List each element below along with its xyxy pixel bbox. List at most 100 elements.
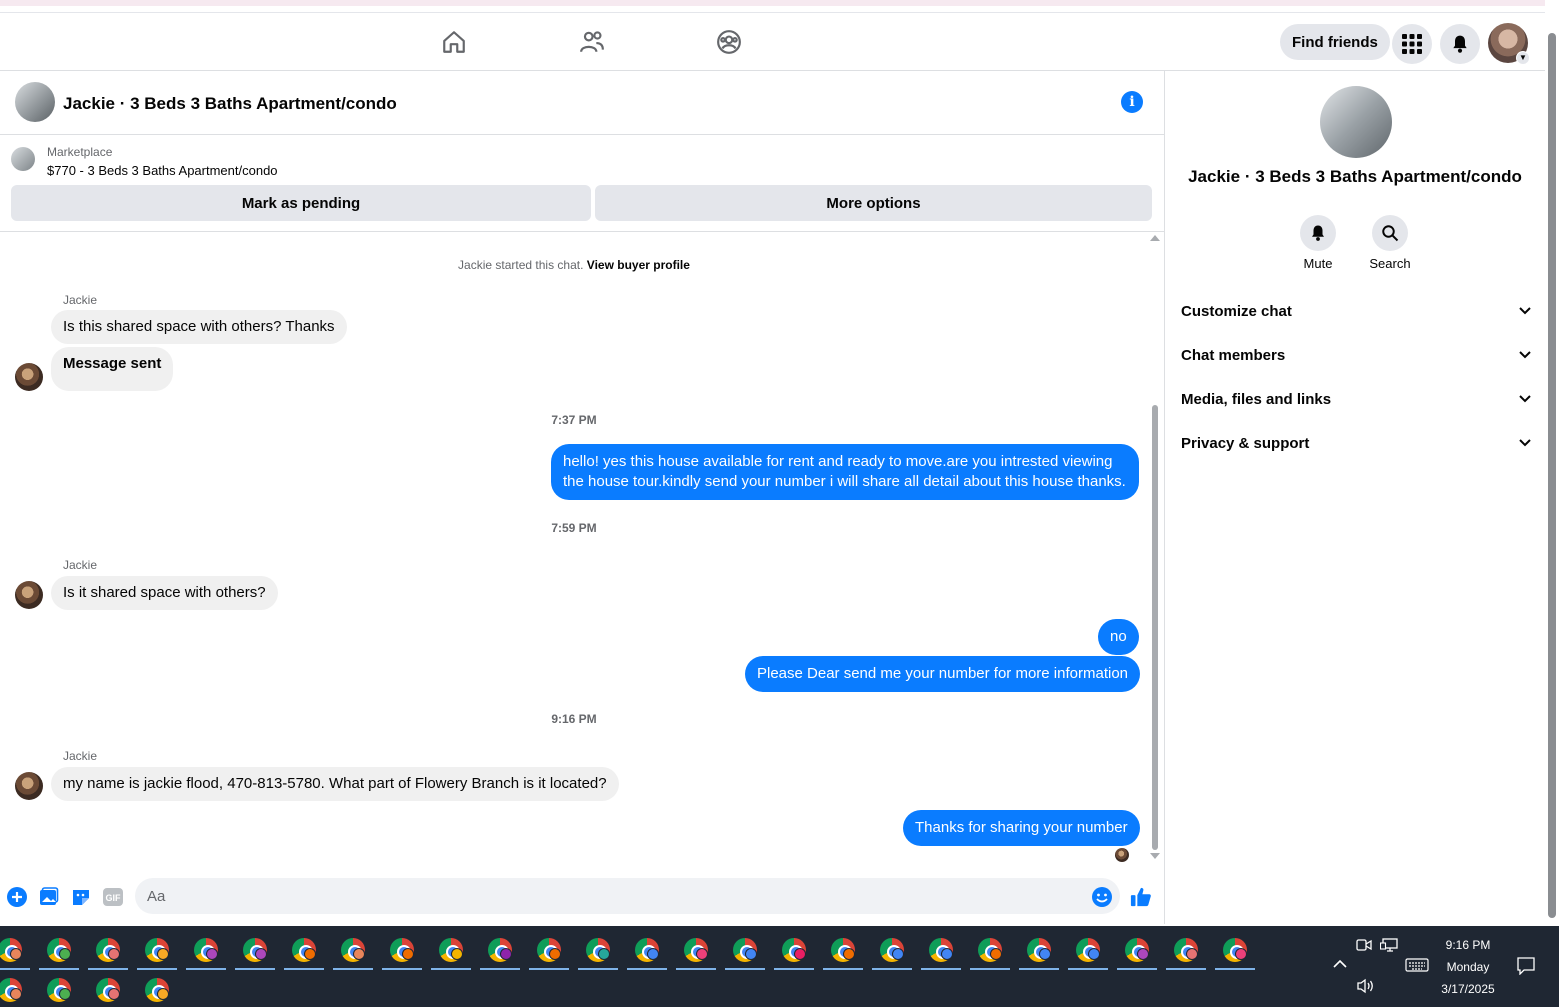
sidebar-row-privacy-support[interactable]: Privacy & support — [1181, 423, 1531, 463]
sidebar-row-media-files-links[interactable]: Media, files and links — [1181, 379, 1531, 419]
network-icon[interactable] — [1379, 938, 1398, 957]
incoming-message[interactable]: Message sent — [51, 347, 174, 391]
home-icon[interactable] — [438, 26, 470, 58]
outgoing-message-line: hello! yes this house available for rent… — [563, 453, 1113, 470]
taskbar-chrome-app-icon[interactable] — [919, 930, 961, 970]
running-indicator — [774, 968, 814, 970]
taskbar-chrome-app-icon[interactable] — [282, 930, 324, 970]
thumbs-up-icon[interactable] — [1130, 886, 1152, 908]
keyboard-icon[interactable] — [1405, 958, 1429, 977]
tray-chevron-up-icon[interactable] — [1332, 956, 1348, 974]
sidebar-listing-photo[interactable] — [1320, 86, 1392, 158]
taskbar-chrome-app-icon[interactable] — [576, 930, 618, 970]
scroll-down-arrow-icon[interactable] — [1150, 853, 1160, 859]
notifications-bell-icon[interactable] — [1440, 24, 1480, 64]
taskbar-chrome-app-icon[interactable] — [478, 930, 520, 970]
taskbar-chrome-app-icon[interactable] — [135, 930, 177, 970]
outgoing-message[interactable]: Thanks for sharing your number — [903, 810, 1140, 846]
profile-badge-icon — [1186, 948, 1198, 960]
view-buyer-profile-link[interactable]: View buyer profile — [587, 258, 690, 272]
page-scrollbar-thumb[interactable] — [1548, 33, 1556, 918]
sidebar-row-chat-members[interactable]: Chat members — [1181, 335, 1531, 375]
taskbar-chrome-app-icon[interactable] — [1017, 930, 1059, 970]
info-icon[interactable]: i — [1121, 91, 1143, 113]
sender-avatar[interactable] — [15, 581, 43, 609]
notification-center-icon[interactable] — [1517, 957, 1535, 980]
photo-attach-icon[interactable] — [38, 886, 60, 908]
taskbar-chrome-app-icon[interactable] — [37, 930, 79, 970]
profile-badge-icon — [843, 948, 855, 960]
taskbar-chrome-app-icon[interactable] — [135, 970, 177, 1007]
taskbar-chrome-app-icon[interactable] — [968, 930, 1010, 970]
clock-day[interactable]: Monday — [1432, 960, 1504, 974]
taskbar-chrome-app-icon[interactable] — [380, 930, 422, 970]
find-friends-button[interactable]: Find friends — [1280, 24, 1390, 60]
search-icon[interactable] — [1372, 215, 1408, 251]
taskbar-chrome-app-icon[interactable] — [1213, 930, 1255, 970]
search-action[interactable]: Search — [1355, 215, 1425, 271]
account-avatar[interactable]: ▼ — [1488, 23, 1530, 65]
taskbar-chrome-app-icon[interactable] — [233, 930, 275, 970]
taskbar-chrome-app-icon[interactable] — [86, 930, 128, 970]
message-input[interactable] — [135, 878, 1120, 914]
clock-time[interactable]: 9:16 PM — [1432, 938, 1504, 952]
taskbar-chrome-app-icon[interactable] — [0, 970, 30, 1007]
gif-icon[interactable]: GIF — [102, 886, 124, 908]
taskbar-chrome-app-icon[interactable] — [1066, 930, 1108, 970]
plus-circle-icon[interactable] — [6, 886, 28, 908]
taskbar-chrome-app-icon[interactable] — [821, 930, 863, 970]
message-scrollbar[interactable] — [1150, 235, 1160, 865]
taskbar-chrome-app-icon[interactable] — [674, 930, 716, 970]
taskbar-chrome-app-icon[interactable] — [625, 930, 667, 970]
sender-avatar[interactable] — [15, 772, 43, 800]
running-indicator — [529, 968, 569, 970]
taskbar-chrome-app-icon[interactable] — [527, 930, 569, 970]
page-scrollbar[interactable] — [1545, 13, 1559, 924]
menu-grid-icon[interactable] — [1392, 24, 1432, 64]
taskbar-chrome-app-icon[interactable] — [870, 930, 912, 970]
chat-title[interactable]: Jackie · 3 Beds 3 Baths Apartment/condo — [63, 94, 397, 114]
groups-icon[interactable] — [713, 26, 745, 58]
meet-now-icon[interactable] — [1356, 938, 1372, 957]
incoming-message[interactable]: Is this shared space with others? Thanks — [51, 310, 347, 344]
incoming-message[interactable]: my name is jackie flood, 470-813-5780. W… — [51, 767, 619, 801]
taskbar-chrome-app-icon[interactable] — [37, 970, 79, 1007]
taskbar-chrome-app-icon[interactable] — [429, 930, 471, 970]
listing-small-thumbnail[interactable] — [11, 147, 35, 171]
taskbar-chrome-app-icon[interactable] — [1115, 930, 1157, 970]
taskbar-chrome-app-icon[interactable] — [0, 930, 30, 970]
taskbar-chrome-app-icon[interactable] — [331, 930, 373, 970]
outgoing-message[interactable]: no — [1098, 619, 1139, 655]
listing-title[interactable]: $770 - 3 Beds 3 Baths Apartment/condo — [47, 163, 278, 178]
listing-thumbnail[interactable] — [15, 82, 55, 122]
message-list: Jackie started this chat. View buyer pro… — [0, 232, 1150, 865]
clock-date[interactable]: 3/17/2025 — [1432, 982, 1504, 996]
sender-avatar[interactable] — [15, 363, 43, 391]
chevron-down-icon — [1519, 351, 1531, 359]
profile-badge-icon — [549, 948, 561, 960]
profile-badge-icon — [990, 948, 1002, 960]
search-label: Search — [1369, 256, 1411, 271]
friends-icon[interactable] — [576, 26, 608, 58]
emoji-icon[interactable] — [1091, 886, 1113, 908]
account-chevron-down-icon[interactable]: ▼ — [1516, 51, 1530, 65]
taskbar-chrome-app-icon[interactable] — [772, 930, 814, 970]
mute-bell-icon[interactable] — [1300, 215, 1336, 251]
volume-icon[interactable] — [1356, 978, 1376, 999]
outgoing-message[interactable]: Please Dear send me your number for more… — [745, 656, 1141, 692]
scroll-up-arrow-icon[interactable] — [1150, 235, 1160, 241]
mute-action[interactable]: Mute — [1283, 215, 1353, 271]
running-indicator — [1117, 968, 1157, 970]
sidebar-row-customize-chat[interactable]: Customize chat — [1181, 291, 1531, 331]
incoming-message[interactable]: Is it shared space with others? — [51, 576, 278, 610]
taskbar-chrome-app-icon[interactable] — [1164, 930, 1206, 970]
taskbar-chrome-app-icon[interactable] — [86, 970, 128, 1007]
mark-as-pending-button[interactable]: Mark as pending — [11, 185, 591, 221]
taskbar-chrome-app-icon[interactable] — [723, 930, 765, 970]
more-options-button[interactable]: More options — [595, 185, 1152, 221]
taskbar-chrome-app-icon[interactable] — [184, 930, 226, 970]
sticker-icon[interactable] — [70, 886, 92, 908]
message-scrollbar-thumb[interactable] — [1152, 405, 1158, 850]
outgoing-message[interactable]: hello! yes this house available for rent… — [551, 444, 1139, 500]
profile-badge-icon — [1039, 948, 1051, 960]
